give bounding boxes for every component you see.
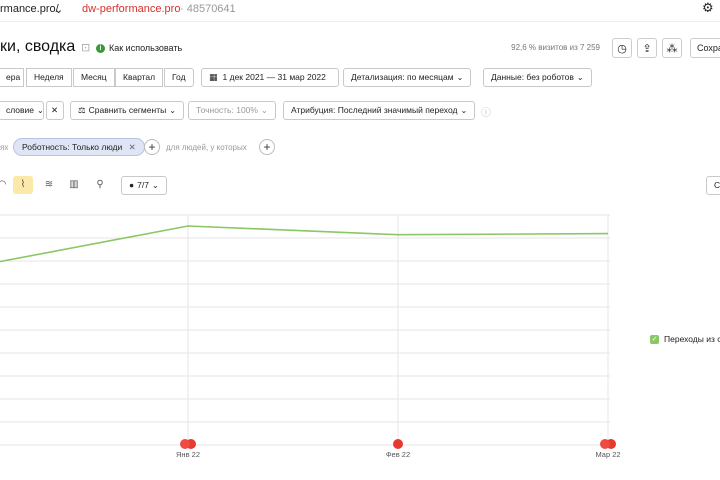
- export-icon[interactable]: ⇪: [637, 38, 657, 58]
- chart-type-stacked-icon[interactable]: ≋: [39, 176, 59, 194]
- attribution-label: Атрибуция: Последний значимый переход: [291, 105, 458, 115]
- chart-marks: [0, 225, 609, 263]
- chart-grid: [0, 214, 610, 446]
- date-range-label: 1 дек 2021 — 31 мар 2022: [222, 72, 326, 82]
- condition-select[interactable]: словие ⌄: [0, 101, 44, 120]
- segment-chip-label: Роботность: Только люди: [22, 142, 123, 152]
- legend-label: Переходы из с: [664, 334, 720, 344]
- chevron-down-icon: ⌄: [456, 73, 464, 82]
- site-link[interactable]: dw-performance.pro: [82, 3, 180, 15]
- settings-gear-icon[interactable]: ⚙: [702, 0, 714, 16]
- people-condition-text: для людей, у которых: [166, 143, 247, 152]
- x-tick-label: Янв 22: [176, 450, 200, 459]
- how-to-use-label: Как использовать: [109, 43, 183, 53]
- chevron-down-icon[interactable]: ⌄: [54, 3, 63, 16]
- page-title: ки, сводка: [0, 38, 76, 55]
- add-people-condition-icon[interactable]: +: [259, 139, 275, 155]
- metrics-count: 7/7: [137, 180, 149, 190]
- detail-label: Детализация: по месяцам: [351, 72, 454, 82]
- help-icon[interactable]: ⓘ: [481, 104, 491, 119]
- attribution-select[interactable]: Атрибуция: Последний значимый переход ⌄: [283, 101, 476, 120]
- tab-day[interactable]: ера: [0, 68, 24, 87]
- history-clock-icon[interactable]: ◷: [612, 38, 632, 58]
- event-marker-icon: [600, 439, 610, 449]
- metrics-select[interactable]: ● 7/7 ⌄: [121, 176, 167, 195]
- counter-id: · 48570641: [180, 3, 236, 15]
- chevron-down-icon: ⌄: [37, 106, 44, 115]
- map-pin-icon[interactable]: ⚲: [90, 176, 110, 194]
- tab-week[interactable]: Неделя: [26, 68, 72, 87]
- tab-year[interactable]: Год: [164, 68, 194, 87]
- add-segment-icon[interactable]: +: [144, 139, 160, 155]
- line-chart: Янв 22 Фев 22 Мар 22: [0, 214, 621, 459]
- chevron-down-icon: ⌄: [260, 106, 268, 115]
- close-icon[interactable]: ✕: [129, 142, 136, 152]
- chart-settings-button[interactable]: С: [706, 176, 720, 195]
- visits-info: 92,6 % визитов из 7 259: [511, 43, 600, 52]
- legend-item[interactable]: ✓ Переходы из с: [650, 334, 720, 344]
- data-filter-select[interactable]: Данные: без роботов ⌄: [483, 68, 592, 87]
- compare-segments-button[interactable]: ⚖ Сравнить сегменты ⌄: [70, 101, 184, 120]
- chart-ticks: Янв 22 Фев 22 Мар 22: [176, 439, 621, 459]
- condition-label: словие: [6, 105, 35, 115]
- info-icon: i: [96, 43, 105, 53]
- tab-quarter[interactable]: Квартал: [115, 68, 164, 87]
- event-marker-icon: [180, 439, 190, 449]
- chevron-down-icon: ⌄: [169, 106, 176, 115]
- chevron-down-icon: ⌄: [576, 73, 584, 82]
- chevron-down-icon: ⌄: [460, 106, 468, 115]
- comment-icon: ●: [129, 180, 135, 190]
- chart-type-line-icon[interactable]: ⌇: [13, 176, 33, 194]
- x-tick-label: Мар 22: [595, 450, 620, 459]
- event-marker-icon: [393, 439, 403, 449]
- counter-name[interactable]: rmance.pro/: [0, 3, 59, 15]
- segment-chip[interactable]: Роботность: Только люди ✕: [13, 138, 145, 156]
- how-to-use-link[interactable]: i Как использовать: [96, 43, 182, 53]
- segments-prefix: ях: [0, 143, 9, 152]
- data-filter-label: Данные: без роботов: [491, 72, 574, 82]
- detail-select[interactable]: Детализация: по месяцам ⌄: [343, 68, 472, 87]
- calendar-icon: ▦: [209, 72, 218, 82]
- close-icon[interactable]: ✕: [46, 101, 64, 120]
- top-bar: rmance.pro/ ⌄ dw-performance.pro · 48570…: [0, 0, 720, 22]
- series-line: [0, 225, 609, 263]
- bookmark-icon[interactable]: ⊡: [81, 41, 90, 54]
- compare-icon: ⚖: [78, 105, 86, 115]
- chevron-down-icon: ⌄: [151, 181, 159, 190]
- share-icon[interactable]: ⁂: [662, 38, 682, 58]
- chart-type-bar-icon[interactable]: ▥: [64, 176, 84, 194]
- save-button[interactable]: Сохра: [690, 38, 720, 58]
- chart-type-area-icon[interactable]: ◠: [0, 176, 12, 194]
- checkbox-icon[interactable]: ✓: [650, 334, 659, 344]
- compare-label: Сравнить сегменты: [88, 105, 167, 115]
- x-tick-label: Фев 22: [386, 450, 410, 459]
- tab-month[interactable]: Месяц: [73, 68, 115, 87]
- accuracy-select[interactable]: Точность: 100% ⌄: [188, 101, 276, 120]
- accuracy-label: Точность: 100%: [196, 105, 258, 115]
- date-range-picker[interactable]: ▦ 1 дек 2021 — 31 мар 2022: [201, 68, 339, 87]
